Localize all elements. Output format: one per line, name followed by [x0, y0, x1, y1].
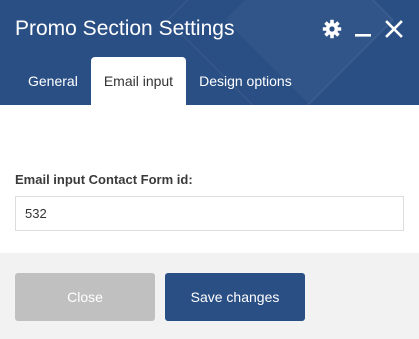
contact-form-id-label: Email input Contact Form id: [15, 172, 193, 187]
tab-general[interactable]: General [15, 57, 91, 105]
minimize-icon[interactable] [352, 18, 374, 40]
close-button[interactable]: Close [15, 273, 155, 321]
tab-email-input[interactable]: Email input [90, 57, 187, 105]
tab-bar: General Email input Design options [15, 57, 305, 105]
tab-panel-email-input: Email input Contact Form id: [0, 105, 419, 253]
close-icon[interactable] [383, 18, 405, 40]
dialog-title: Promo Section Settings [15, 17, 235, 40]
contact-form-id-input[interactable] [15, 196, 404, 231]
window-controls [312, 17, 405, 41]
promo-section-settings-dialog: Promo Section Settings General Email inp… [0, 0, 419, 339]
save-changes-button[interactable]: Save changes [165, 273, 305, 321]
dialog-header: Promo Section Settings General Email inp… [0, 0, 419, 105]
tab-design-options[interactable]: Design options [186, 57, 305, 105]
gear-icon[interactable] [321, 18, 343, 40]
dialog-footer: Close Save changes [0, 253, 419, 339]
